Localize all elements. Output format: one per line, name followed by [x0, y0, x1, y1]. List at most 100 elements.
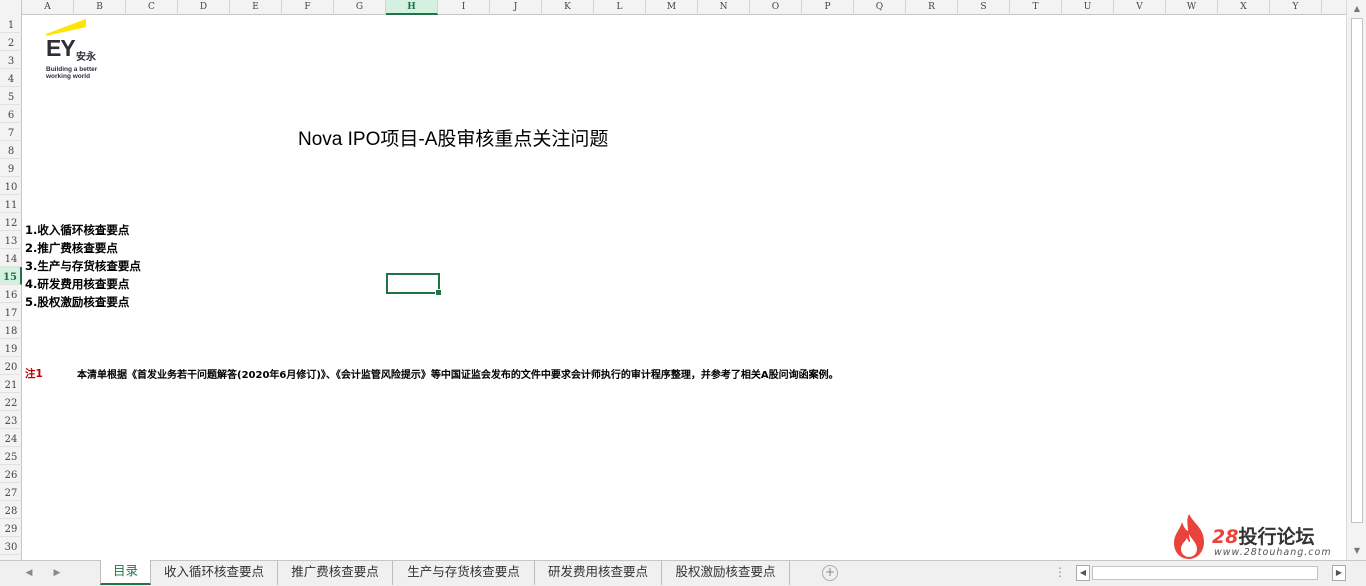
row-header-1[interactable]: 1 — [0, 15, 22, 33]
ey-logo-tagline: Building a better working world — [46, 66, 97, 80]
row-header-13[interactable]: 13 — [0, 231, 22, 249]
tab-toc[interactable]: 目录 — [100, 560, 151, 585]
row-header-9[interactable]: 9 — [0, 159, 22, 177]
row-header-15[interactable]: 15 — [0, 267, 22, 285]
row-header-30[interactable]: 30 — [0, 537, 22, 555]
toc-item-promotion[interactable]: 2.推广费核查要点 — [25, 240, 118, 256]
ey-logo-text: EY — [46, 35, 76, 61]
watermark-title: 投行论坛 — [1238, 526, 1315, 548]
horizontal-scroll-thumb[interactable] — [1092, 566, 1318, 580]
toc-item-rnd[interactable]: 4.研发费用核查要点 — [25, 276, 129, 292]
select-all-corner[interactable] — [0, 0, 22, 15]
column-header-l[interactable]: L — [594, 0, 646, 15]
column-header-c[interactable]: C — [126, 0, 178, 15]
row-header-19[interactable]: 19 — [0, 339, 22, 357]
ey-tagline-line-1: Building a better — [46, 66, 98, 73]
column-header-j[interactable]: J — [490, 0, 542, 15]
row-header-3[interactable]: 3 — [0, 51, 22, 69]
cell-grid[interactable] — [22, 15, 1346, 560]
scroll-right-icon[interactable]: ▶ — [1332, 565, 1346, 581]
sheet-tab-bar: ◀ ▶ 目录 收入循环核查要点 推广费核查要点 生产与存货核查要点 研发费用核查… — [0, 560, 1366, 586]
row-header-23[interactable]: 23 — [0, 411, 22, 429]
column-header-p[interactable]: P — [802, 0, 854, 15]
row-header-12[interactable]: 12 — [0, 213, 22, 231]
column-header-f[interactable]: F — [282, 0, 334, 15]
row-header-16[interactable]: 16 — [0, 285, 22, 303]
column-header-o[interactable]: O — [750, 0, 802, 15]
watermark-url: www.28touhang.com — [1214, 547, 1332, 558]
row-header-2[interactable]: 2 — [0, 33, 22, 51]
row-header-26[interactable]: 26 — [0, 465, 22, 483]
row-header-24[interactable]: 24 — [0, 429, 22, 447]
column-header-bar: ABCDEFGHIJKLMNOPQRSTUVWXY — [0, 0, 1346, 15]
ey-logo-chinese: 安永 — [76, 52, 96, 63]
row-header-25[interactable]: 25 — [0, 447, 22, 465]
column-header-g[interactable]: G — [334, 0, 386, 15]
tab-inventory[interactable]: 生产与存货核查要点 — [393, 561, 535, 585]
row-header-28[interactable]: 28 — [0, 501, 22, 519]
horizontal-scrollbar[interactable]: ◀ ▶ — [1076, 565, 1346, 581]
spreadsheet: ABCDEFGHIJKLMNOPQRSTUVWXY 1 2 3 4 5 6 7 8 9 10 11 1… — [0, 0, 1366, 586]
toc-item-inventory[interactable]: 3.生产与存货核查要点 — [25, 258, 141, 274]
column-header-a[interactable]: A — [22, 0, 74, 15]
scroll-left-icon[interactable]: ◀ — [1076, 565, 1090, 581]
flame-icon — [1174, 514, 1204, 559]
watermark-name: 28投行论坛 — [1212, 522, 1314, 549]
row-header-bar: 1 2 3 4 5 6 7 8 9 10 11 12 13 14 15 16 17 18 19 20 21 22 23 24 2… — [0, 15, 22, 560]
row-header-17[interactable]: 17 — [0, 303, 22, 321]
row-header-5[interactable]: 5 — [0, 87, 22, 105]
sheet-title: Nova IPO项目-A股审核重点关注问题 — [298, 129, 609, 150]
column-header-s[interactable]: S — [958, 0, 1010, 15]
ey-logo: EY 安永 Building a better working world — [46, 19, 106, 81]
tab-equity[interactable]: 股权激励核查要点 — [662, 561, 790, 585]
column-header-m[interactable]: M — [646, 0, 698, 15]
column-header-q[interactable]: Q — [854, 0, 906, 15]
row-header-18[interactable]: 18 — [0, 321, 22, 339]
tab-scroll-left-icon[interactable]: ◀ — [22, 566, 36, 580]
row-header-21[interactable]: 21 — [0, 375, 22, 393]
scroll-down-icon[interactable]: ▼ — [1350, 544, 1364, 558]
ey-tagline-line-2: working world — [46, 73, 91, 80]
toc-item-revenue[interactable]: 1.收入循环核查要点 — [25, 222, 129, 238]
column-header-y[interactable]: Y — [1270, 0, 1322, 15]
tab-scroll-right-icon[interactable]: ▶ — [50, 566, 64, 580]
column-header-x[interactable]: X — [1218, 0, 1270, 15]
row-header-27[interactable]: 27 — [0, 483, 22, 501]
row-header-6[interactable]: 6 — [0, 105, 22, 123]
column-header-n[interactable]: N — [698, 0, 750, 15]
row-header-22[interactable]: 22 — [0, 393, 22, 411]
column-header-u[interactable]: U — [1062, 0, 1114, 15]
row-header-10[interactable]: 10 — [0, 177, 22, 195]
row-header-4[interactable]: 4 — [0, 69, 22, 87]
column-header-r[interactable]: R — [906, 0, 958, 15]
column-header-w[interactable]: W — [1166, 0, 1218, 15]
watermark-number: 28 — [1212, 526, 1239, 548]
selected-cell[interactable] — [386, 273, 442, 296]
column-header-t[interactable]: T — [1010, 0, 1062, 15]
row-header-8[interactable]: 8 — [0, 141, 22, 159]
column-header-h[interactable]: H — [386, 0, 438, 15]
scroll-up-icon[interactable]: ▲ — [1350, 2, 1364, 16]
vertical-scrollbar[interactable]: ▲ ▼ — [1346, 0, 1366, 560]
note-label: 注1 — [25, 368, 43, 380]
tab-rnd[interactable]: 研发费用核查要点 — [535, 561, 662, 585]
note-text: 本清单根据《首发业务若干问题解答(2020年6月修订)》、《会计监管风险提示》等… — [77, 370, 839, 381]
column-header-i[interactable]: I — [438, 0, 490, 15]
row-header-7[interactable]: 7 — [0, 123, 22, 141]
row-header-14[interactable]: 14 — [0, 249, 22, 267]
splitter-handle-icon[interactable]: ⋮ — [1054, 565, 1066, 579]
row-header-29[interactable]: 29 — [0, 519, 22, 537]
row-header-11[interactable]: 11 — [0, 195, 22, 213]
column-header-b[interactable]: B — [74, 0, 126, 15]
column-header-v[interactable]: V — [1114, 0, 1166, 15]
tab-promotion[interactable]: 推广费核查要点 — [278, 561, 393, 585]
column-header-k[interactable]: K — [542, 0, 594, 15]
tab-revenue[interactable]: 收入循环核查要点 — [151, 561, 278, 585]
add-sheet-icon[interactable]: + — [822, 565, 838, 581]
row-header-20[interactable]: 20 — [0, 357, 22, 375]
column-header-e[interactable]: E — [230, 0, 282, 15]
column-header-d[interactable]: D — [178, 0, 230, 15]
forum-watermark: 28投行论坛 www.28touhang.com — [1170, 512, 1340, 562]
vertical-scroll-thumb[interactable] — [1351, 18, 1363, 523]
toc-item-equity[interactable]: 5.股权激励核查要点 — [25, 294, 129, 310]
